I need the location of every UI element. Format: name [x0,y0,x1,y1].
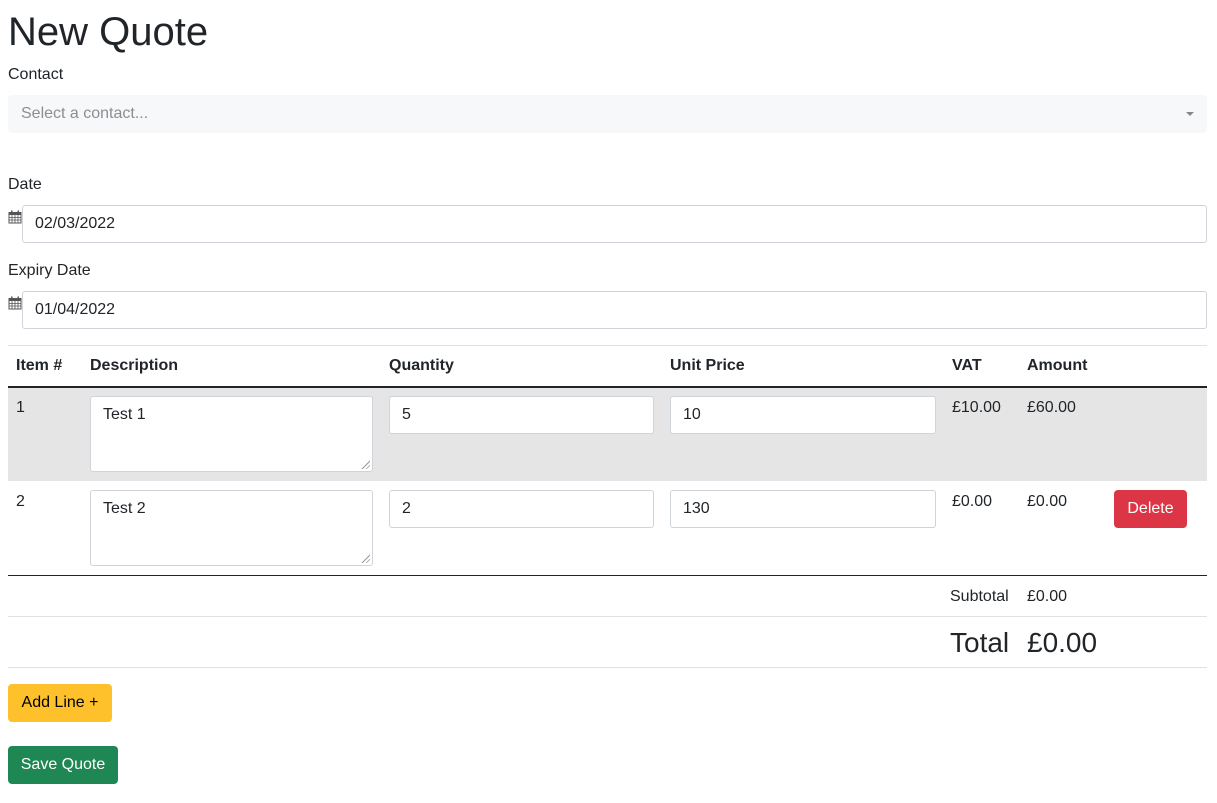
header-vat: VAT [952,357,982,374]
subtotal-label: Subtotal [950,588,1009,605]
resize-handle-icon[interactable] [360,553,370,563]
add-line-button[interactable]: Add Line + [8,684,112,722]
expiry-date-label: Expiry Date [8,262,91,279]
save-quote-button[interactable]: Save Quote [8,746,118,784]
row-item-number: 1 [16,399,25,416]
header-amount: Amount [1027,357,1088,374]
unit-price-input[interactable]: 10 [670,396,936,434]
row-vat: £10.00 [952,399,1001,416]
header-quantity: Quantity [389,357,454,374]
description-textarea[interactable]: Test 2 [90,490,373,566]
header-unit-price: Unit Price [670,357,745,374]
quantity-input[interactable]: 5 [389,396,654,434]
calendar-icon[interactable] [8,210,22,224]
subtotal-divider [8,616,1207,617]
total-label: Total [950,627,1010,658]
expiry-date-input[interactable]: 01/04/2022 [22,291,1207,329]
row-amount: £60.00 [1027,399,1076,416]
table-body-divider [8,575,1207,576]
delete-line-button[interactable]: Delete [1114,490,1187,528]
contact-select[interactable]: Select a contact... [8,95,1207,133]
description-value: Test 1 [103,406,146,423]
row-amount: £0.00 [1027,493,1068,510]
row-item-number: 2 [16,493,25,510]
header-description: Description [90,357,179,374]
quantity-input[interactable]: 2 [389,490,654,528]
unit-price-input[interactable]: 130 [670,490,936,528]
date-label: Date [8,176,42,193]
header-item: Item # [16,357,63,374]
description-value: Test 2 [103,500,146,517]
contact-select-placeholder: Select a contact... [21,105,149,122]
calendar-icon[interactable] [8,296,22,310]
contact-label: Contact [8,66,64,83]
page-title: New Quote [8,10,209,54]
subtotal-value: £0.00 [1027,588,1068,605]
row-vat: £0.00 [952,493,993,510]
table-top-divider [8,345,1207,346]
description-textarea[interactable]: Test 1 [90,396,373,472]
resize-handle-icon[interactable] [360,459,370,469]
total-value: £0.00 [1027,627,1098,658]
total-divider [8,667,1207,668]
date-input[interactable]: 02/03/2022 [22,205,1207,243]
chevron-down-icon [1186,112,1194,116]
